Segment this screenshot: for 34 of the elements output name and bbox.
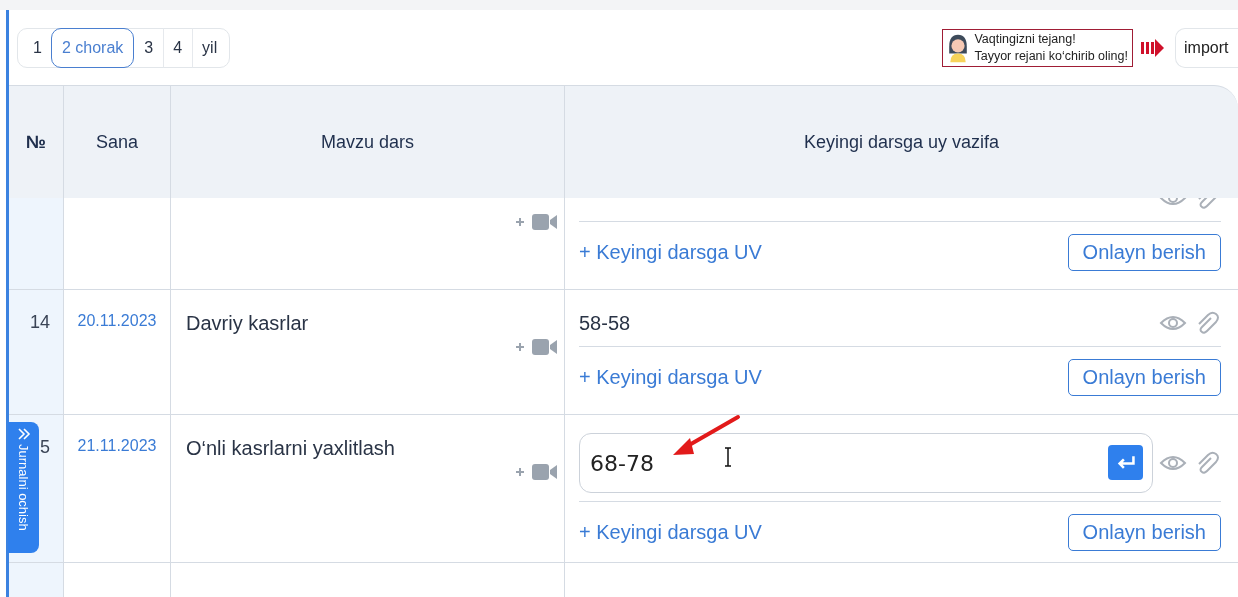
online-button[interactable]: Onlayn berish xyxy=(1067,513,1221,551)
open-journal-tab[interactable]: Jurnalni ochish xyxy=(8,422,39,553)
import-button[interactable]: import xyxy=(1175,27,1238,68)
enter-button[interactable] xyxy=(1108,445,1143,480)
online-button[interactable]: Onlayn berish xyxy=(1067,358,1221,396)
lesson-date[interactable]: 20.11.2023 xyxy=(77,312,157,329)
add-video-icon[interactable] xyxy=(514,337,558,357)
add-homework-link[interactable]: + Keyingi darsga UV xyxy=(579,365,762,389)
promo-text: Tayyor rejani ko‘chirib oling! xyxy=(974,47,1128,65)
column-header: Sana xyxy=(64,86,171,198)
period-tab[interactable]: 2 chorak xyxy=(50,27,135,68)
lesson-date[interactable]: 21.11.2023 xyxy=(77,437,157,454)
add-video-icon[interactable] xyxy=(514,462,558,482)
add-homework-link[interactable]: + Keyingi darsga UV xyxy=(579,240,762,264)
arrow-icon xyxy=(1141,37,1165,58)
period-tab[interactable]: 1 xyxy=(18,27,51,68)
lesson-topic: O‘nli kasrlarni yaxlitlash xyxy=(186,437,395,459)
period-tab[interactable]: 3 xyxy=(134,27,164,68)
add-homework-link[interactable]: + Keyingi darsga UV xyxy=(579,520,762,544)
online-button[interactable]: Onlayn berish xyxy=(1067,233,1221,271)
add-video-icon[interactable] xyxy=(514,212,558,232)
promo-banner[interactable]: Vaqtingizni tejang! Tayyor rejani ko‘chirib oling! xyxy=(942,28,1133,67)
double-chevron-icon xyxy=(16,428,31,440)
number-cell: 14 xyxy=(9,290,64,414)
text-cursor-icon xyxy=(723,447,733,467)
period-tab[interactable]: yil xyxy=(192,27,228,68)
column-header: Mavzu dars xyxy=(171,86,565,198)
lesson-topic: Davriy kasrlar xyxy=(186,312,309,334)
column-header: Keyingi darsga uy vazifa xyxy=(802,130,1001,154)
promo-text: Vaqtingizni tejang! xyxy=(974,30,1077,48)
homework-input[interactable]: 68-78 xyxy=(579,433,1153,493)
period-tab[interactable]: 4 xyxy=(163,27,193,68)
avatar-icon xyxy=(947,32,970,63)
homework-text: 58-58 xyxy=(579,311,632,335)
